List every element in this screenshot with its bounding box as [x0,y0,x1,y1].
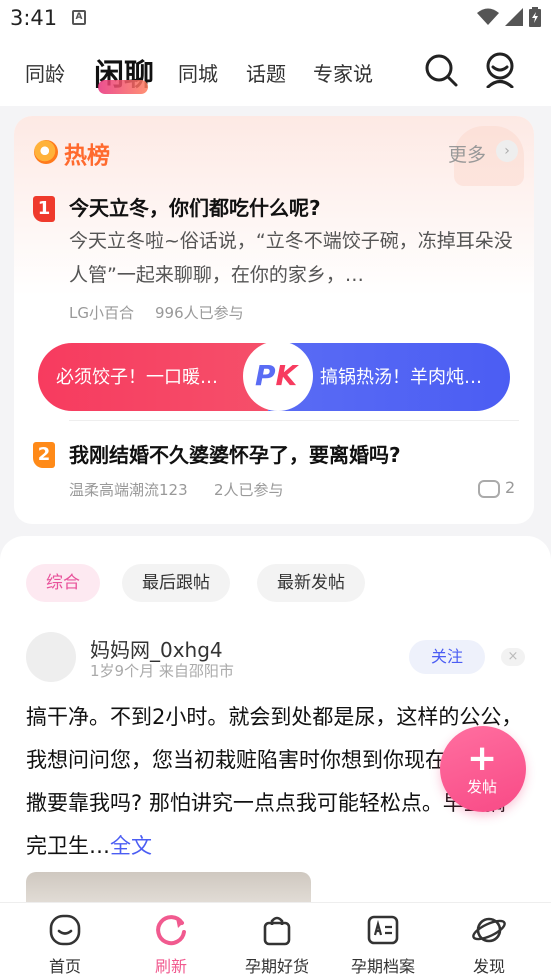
pk-letter-k: K [275,359,298,392]
bottom-nav-label: 孕期好货 [244,957,309,976]
bottom-nav-label: 孕期档案 [350,957,415,976]
follow-button[interactable]: 关注 [409,640,485,674]
pk-left-text: 必须饺子！一口暖… [56,367,218,388]
search-icon[interactable] [423,52,459,88]
hot-item-author-1: LG小百合 [69,304,134,322]
bottom-nav-refresh[interactable]: 刷新 [121,903,221,979]
refresh-icon [156,915,186,946]
chevron-right-icon[interactable]: › [496,140,518,162]
read-more-link[interactable]: 全文 [110,834,152,858]
user-icon[interactable] [482,52,518,88]
filter-newest[interactable]: 最新发帖 [257,564,365,602]
tab-zhuanjiashuo[interactable]: 专家说 [313,58,373,87]
home-icon [49,914,81,946]
hot-item-participants-2: 2人已参与 [214,481,284,499]
status-icons [477,7,541,27]
feed-section: 综合 最后跟帖 最新发帖 妈妈网_0xhg4 1岁9个月 来自邵阳市 关注 × … [0,536,551,912]
close-icon[interactable]: × [501,648,525,666]
bottom-nav-archive[interactable]: 孕期档案 [333,903,433,979]
bottom-nav-discover[interactable]: 发现 [439,903,539,979]
active-tab-indicator [98,80,148,94]
pk-logo: PK [255,359,297,392]
new-post-label: 发帖 [467,778,498,796]
status-time: 3:41 [10,6,58,30]
divider [69,420,519,421]
hot-item-title-1[interactable]: 今天立冬，你们都吃什么呢? [69,192,321,221]
post-username[interactable]: 妈妈网_0xhg4 [90,634,223,663]
shopping-bag-icon [263,916,291,946]
post-user-info: 1岁9个月 来自邵阳市 [90,662,234,680]
bottom-nav-label: 刷新 [154,957,187,976]
bottom-nav-goods[interactable]: 孕期好货 [227,903,327,979]
comment-icon [478,480,500,498]
rank-badge-1: 1 [33,196,55,222]
hot-list-title: 热榜 [64,143,110,169]
hot-item-desc-1[interactable]: 今天立冬啦~俗话说，“立冬不端饺子碗，冻掉耳朵没人管”一起来聊聊，在你的家乡，… [69,224,519,292]
wifi-icon [477,8,499,25]
filter-zonghe[interactable]: 综合 [26,564,100,602]
tab-huati[interactable]: 话题 [246,58,286,87]
rank-badge-2: 2 [33,442,55,468]
plus-icon: + [467,738,498,779]
new-post-button[interactable]: + 发帖 [440,726,526,812]
bottom-nav: 首页 刷新 孕期好货 孕期档案 发现 [0,902,551,979]
pk-letter-p: P [255,359,276,392]
notification-icon: A [72,10,86,25]
hot-logo-icon [34,140,58,164]
signal-icon [505,8,523,26]
comment-count: 2 [505,478,516,497]
pk-vote-bar: 必须饺子！一口暖… 搞锅热汤！羊肉炖… PK [38,343,510,411]
bottom-nav-home[interactable]: 首页 [15,903,115,979]
bottom-nav-label: 首页 [48,957,81,976]
more-link[interactable]: 更多 [448,140,486,167]
top-nav: 同龄 闲聊 同城 话题 专家说 [0,36,551,106]
tab-tongling[interactable]: 同龄 [25,58,65,87]
tab-tongcheng[interactable]: 同城 [178,58,218,87]
pk-right-text: 搞锅热汤！羊肉炖… [320,367,482,388]
status-bar: 3:41 A [0,0,551,36]
planet-icon [472,917,506,943]
hot-item-title-2[interactable]: 我刚结婚不久婆婆怀孕了，要离婚吗? [69,439,401,468]
bottom-nav-label: 发现 [472,957,505,976]
avatar[interactable] [26,632,76,682]
battery-icon [529,7,541,27]
profile-card-icon [367,915,399,945]
hot-item-author-2: 温柔高端潮流123 [69,481,188,499]
hot-list-card: 热榜 更多 › 1 今天立冬，你们都吃什么呢? 今天立冬啦~俗话说，“立冬不端饺… [14,116,534,524]
filter-last-reply[interactable]: 最后跟帖 [122,564,230,602]
hot-item-participants-1: 996人已参与 [155,304,244,322]
